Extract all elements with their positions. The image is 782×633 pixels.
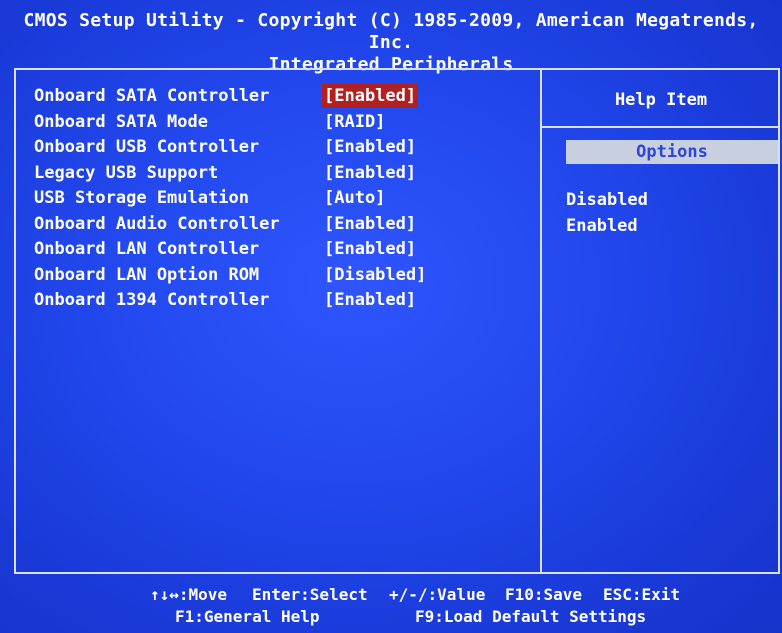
help-separator: [542, 126, 780, 128]
setting-legacy-usb-support[interactable]: Legacy USB Support [Enabled]: [34, 161, 534, 187]
key-save: F10:Save: [505, 585, 583, 604]
setting-label: Onboard USB Controller: [34, 137, 260, 157]
key-general-help: F1:General Help: [175, 607, 320, 626]
setting-value[interactable]: [RAID]: [322, 110, 387, 134]
setting-label: Onboard LAN Controller: [34, 239, 260, 259]
key-value: +/-/:Value: [389, 585, 486, 604]
setting-value[interactable]: [Enabled]: [322, 212, 418, 236]
setting-value[interactable]: [Disabled]: [322, 263, 428, 287]
setting-label: Onboard Audio Controller: [34, 213, 280, 234]
options-header: Options: [566, 140, 778, 164]
key-select: Enter:Select: [252, 585, 368, 604]
key-legend: ↑↓↔:Move Enter:Select +/-/:Value F10:Sav…: [0, 584, 782, 628]
setting-onboard-audio-controller[interactable]: Onboard Audio Controller [Enabled]: [34, 212, 534, 238]
key-move: ↑↓↔:Move: [150, 585, 228, 604]
setting-onboard-1394-controller[interactable]: Onboard 1394 Controller [Enabled]: [34, 288, 534, 314]
help-item-title: Help Item: [614, 90, 708, 110]
setting-label: USB Storage Emulation: [34, 188, 249, 208]
setting-value[interactable]: [Auto]: [322, 186, 387, 210]
setting-onboard-sata-controller[interactable]: Onboard SATA Controller [Enabled]: [34, 84, 534, 110]
option-disabled: Disabled: [566, 190, 648, 210]
option-enabled: Enabled: [566, 215, 638, 236]
setting-usb-storage-emulation[interactable]: USB Storage Emulation [Auto]: [34, 186, 534, 212]
setting-value[interactable]: [Enabled]: [322, 288, 418, 312]
setting-value[interactable]: [Enabled]: [322, 84, 419, 108]
setting-value[interactable]: [Enabled]: [322, 237, 418, 261]
setting-label: Onboard 1394 Controller: [34, 290, 270, 310]
key-load-defaults: F9:Load Default Settings: [415, 607, 647, 626]
setting-label: Onboard SATA Controller: [34, 86, 270, 106]
options-list: Disabled Enabled: [566, 188, 648, 239]
setting-label: Onboard LAN Option ROM: [34, 264, 260, 285]
bios-header: CMOS Setup Utility - Copyright (C) 1985-…: [0, 10, 782, 76]
setting-value[interactable]: [Enabled]: [322, 135, 418, 159]
setting-label: Onboard SATA Mode: [34, 111, 208, 132]
setting-onboard-sata-mode[interactable]: Onboard SATA Mode [RAID]: [34, 110, 534, 136]
setting-value[interactable]: [Enabled]: [322, 161, 418, 185]
setting-onboard-usb-controller[interactable]: Onboard USB Controller [Enabled]: [34, 135, 534, 161]
key-exit: ESC:Exit: [603, 585, 681, 604]
settings-list: Onboard SATA Controller [Enabled] Onboar…: [34, 84, 534, 314]
bios-screen: CMOS Setup Utility - Copyright (C) 1985-…: [0, 0, 782, 633]
key-legend-line-2: F1:General Help F9:Load Default Settings: [0, 606, 782, 628]
setting-label: Legacy USB Support: [34, 162, 219, 183]
key-legend-line-1: ↑↓↔:Move Enter:Select +/-/:Value F10:Sav…: [0, 584, 782, 606]
setting-onboard-lan-controller[interactable]: Onboard LAN Controller [Enabled]: [34, 237, 534, 263]
setting-onboard-lan-option-rom[interactable]: Onboard LAN Option ROM [Disabled]: [34, 263, 534, 289]
panel-divider: [540, 68, 542, 574]
header-title: CMOS Setup Utility - Copyright (C) 1985-…: [23, 10, 759, 53]
